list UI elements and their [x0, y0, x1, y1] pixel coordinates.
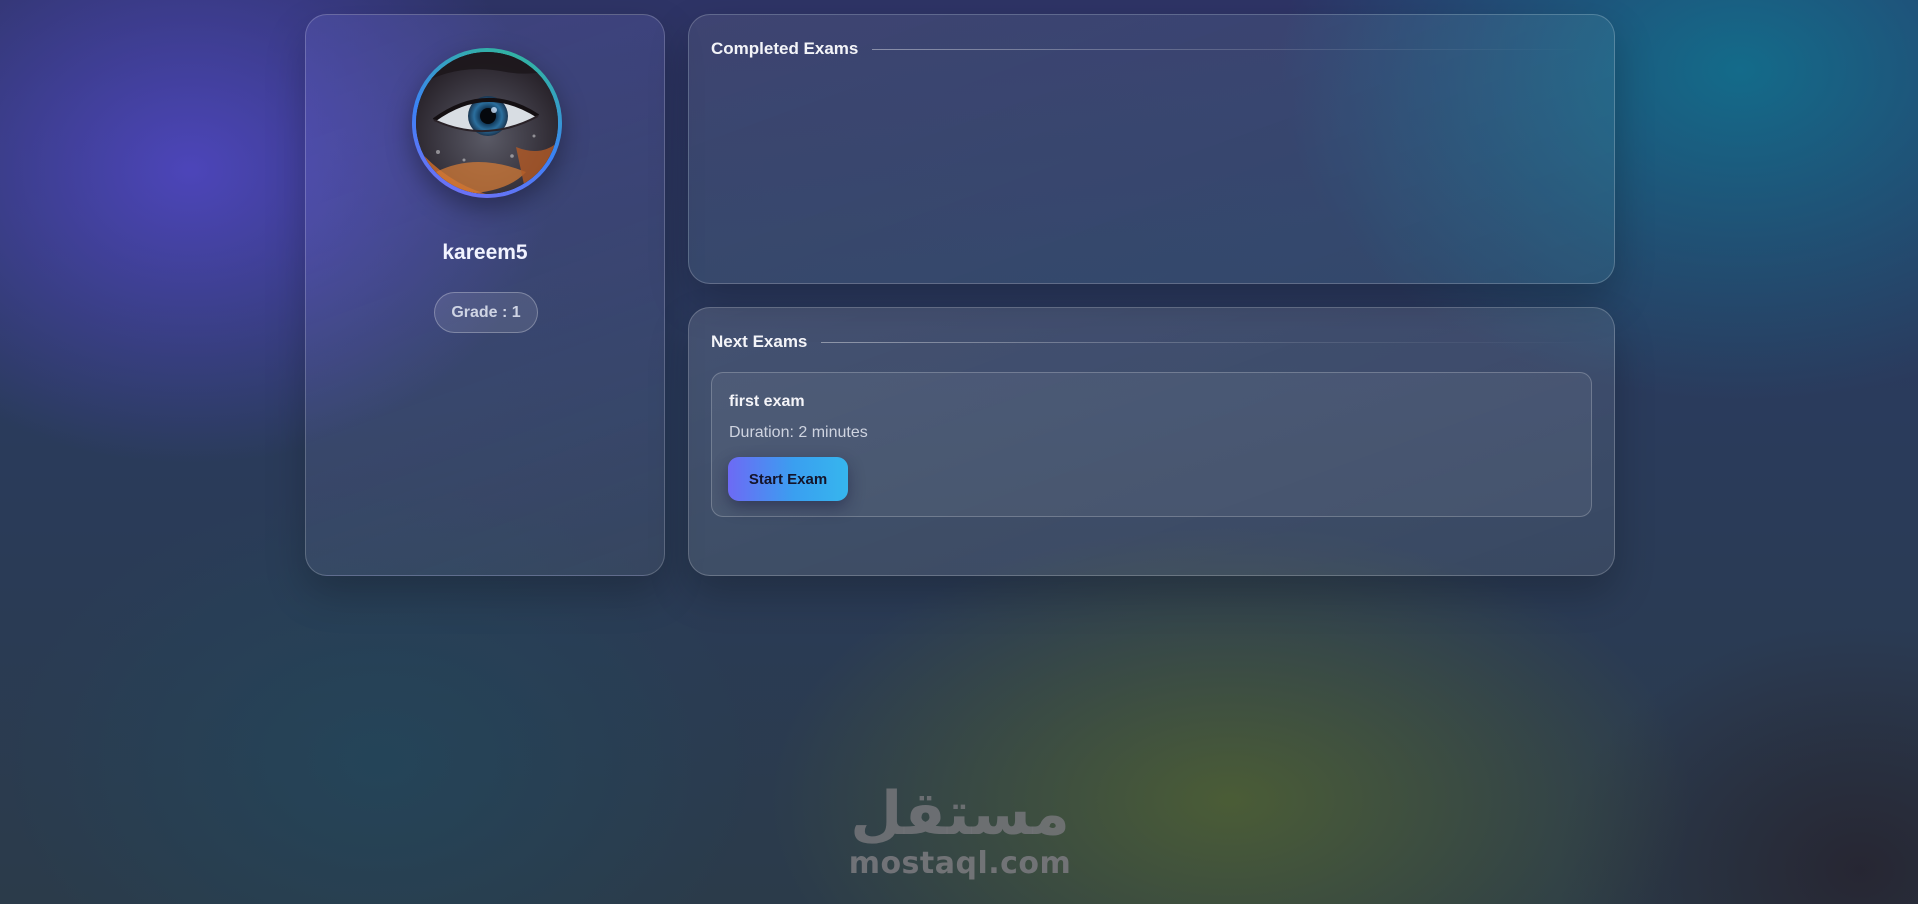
profile-card: kareem5 Grade : 1: [305, 14, 665, 576]
avatar-eye-image: [416, 52, 558, 194]
grade-badge: Grade : 1: [434, 292, 538, 333]
section-divider: [821, 341, 1592, 343]
completed-exams-header: Completed Exams: [711, 37, 1592, 61]
profile-username: kareem5: [442, 241, 528, 264]
exam-duration: Duration: 2 minutes: [729, 424, 868, 441]
avatar: [416, 52, 558, 194]
start-exam-button[interactable]: Start Exam: [728, 457, 848, 501]
exam-title: first exam: [729, 393, 805, 410]
mostaql-logo-text: مستقل: [850, 779, 1069, 846]
completed-exams-title: Completed Exams: [711, 39, 859, 58]
exam-item: first exam Duration: 2 minutes Start Exa…: [711, 372, 1592, 517]
section-divider: [872, 48, 1592, 50]
completed-exams-card: Completed Exams: [688, 14, 1615, 284]
watermark-site: mostaql.com: [848, 846, 1072, 881]
avatar-ring: [412, 48, 562, 198]
next-exams-title: Next Exams: [711, 332, 808, 351]
mostaql-logo: مستقل: [850, 779, 1069, 846]
next-exams-header: Next Exams: [711, 330, 1592, 354]
next-exams-card: Next Exams first exam Duration: 2 minute…: [688, 307, 1615, 576]
